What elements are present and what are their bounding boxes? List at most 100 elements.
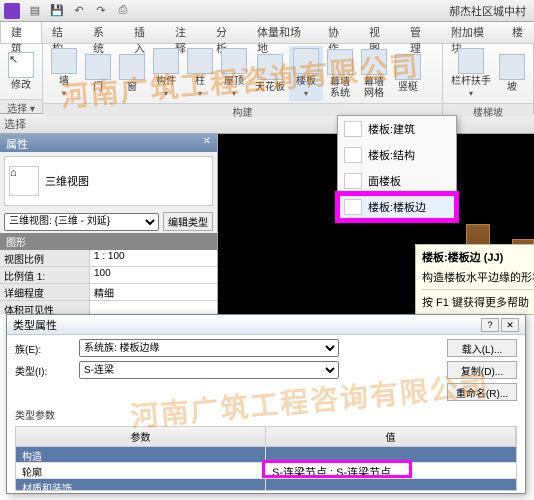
menu-floor-struct[interactable]: 楼板:结构	[338, 142, 456, 168]
dialog-title: 类型属性	[13, 317, 57, 333]
tooltip-help: 按 F1 键获得更多帮助	[422, 294, 534, 310]
tab-addins[interactable]: 附加模块	[441, 22, 502, 43]
properties-table: 视图比例1 : 100 比例值 1:100 详细程度精细 体积可见性	[0, 250, 217, 314]
floor-button[interactable]: 楼板	[289, 46, 323, 101]
curtain-grid-icon	[361, 49, 387, 75]
load-button[interactable]: 载入(L)...	[447, 339, 517, 357]
prop-row-detail[interactable]: 详细程度精细	[0, 284, 217, 301]
slab-edge-icon	[344, 199, 362, 215]
view-instance-select[interactable]: 三维视图: {三维 - 刘延}	[4, 213, 159, 231]
app-logo-icon	[4, 3, 20, 19]
qat-redo-icon[interactable]: ↷	[91, 2, 111, 20]
type-label: 类型(I):	[15, 363, 75, 378]
qat-print-icon[interactable]: ⎙	[113, 2, 133, 20]
rename-button[interactable]: 重命名(R)...	[447, 383, 517, 401]
table-header: 参数 值	[16, 427, 516, 447]
tab-more[interactable]: 楼	[502, 22, 534, 43]
modify-button[interactable]: ↖修改	[4, 50, 38, 93]
wall-button[interactable]: 墙	[47, 46, 81, 101]
type-params-label: 类型参数	[7, 405, 525, 424]
curtain-system-button[interactable]: 幕墙 系统	[323, 47, 357, 101]
qat-save-icon[interactable]: 💾	[47, 2, 67, 20]
tooltip: 楼板:楼板边 (JJ) 构造楼板水平边缘的形状。 按 F1 键获得更多帮助	[415, 244, 534, 315]
tab-annotate[interactable]: 注释	[165, 22, 206, 43]
col-value: 值	[266, 427, 516, 446]
tab-structure[interactable]: 结构	[42, 22, 83, 43]
prop-row-scale[interactable]: 视图比例1 : 100	[0, 250, 217, 267]
qat-open-icon[interactable]: ▤	[25, 2, 45, 20]
view-type-label: 三维视图	[45, 173, 89, 189]
tab-manage[interactable]: 管理	[400, 22, 441, 43]
divider	[422, 289, 534, 290]
tab-collab[interactable]: 协作	[318, 22, 359, 43]
copy-button[interactable]: 复制(D)...	[447, 361, 517, 379]
ribbon-body: ↖修改 选择 ▾ 墙 门 窗 构件 柱 屋顶 天花板 楼板 幕墙 系统 幕墙 网…	[0, 44, 534, 114]
family-label: 族(E):	[15, 341, 75, 356]
tab-insert[interactable]: 插入	[124, 22, 165, 43]
project-title: 郝杰社区城中村	[449, 3, 530, 19]
chevron-down-icon	[198, 87, 202, 99]
railing-button[interactable]: 栏杆扶手	[447, 46, 495, 101]
floor-icon	[293, 48, 319, 74]
floor-face-icon	[344, 173, 362, 189]
floor-dropdown-menu: 楼板:建筑 楼板:结构 面楼板 楼板:楼板边	[337, 115, 457, 221]
floor-arch-icon	[344, 121, 362, 137]
menu-floor-face[interactable]: 面楼板	[338, 168, 456, 194]
chevron-down-icon	[304, 87, 308, 99]
tab-systems[interactable]: 系统	[83, 22, 124, 43]
prop-row-visibility[interactable]: 体积可见性	[0, 301, 217, 314]
curtain-grid-button[interactable]: 幕墙 网格	[357, 47, 391, 101]
window-icon	[119, 54, 145, 80]
properties-header: 属性 ✕	[0, 134, 217, 152]
chevron-down-icon	[469, 87, 473, 99]
menu-floor-arch[interactable]: 楼板:建筑	[338, 116, 456, 142]
row-profile[interactable]: 轮廓S-连梁节点 : S-连梁节点	[16, 463, 516, 479]
ceiling-icon	[257, 54, 283, 80]
category-material: 材质和装饰	[16, 479, 516, 491]
tab-massing[interactable]: 体量和场地	[247, 22, 318, 43]
component-button[interactable]: 构件	[149, 46, 183, 101]
chevron-down-icon	[164, 87, 168, 99]
cursor-icon: ↖	[8, 52, 34, 78]
roof-icon	[221, 48, 247, 74]
prop-row-ratio[interactable]: 比例值 1:100	[0, 267, 217, 284]
ceiling-button[interactable]: 天花板	[251, 52, 289, 95]
ribbon-group-select: ↖修改 选择 ▾	[0, 44, 43, 113]
mullion-button[interactable]: 竖梃	[391, 52, 425, 95]
ribbon-group-circulation: 栏杆扶手 坡 楼梯坡	[443, 44, 534, 113]
curtain-system-icon	[327, 49, 353, 75]
edit-type-button[interactable]: 编辑类型	[163, 212, 213, 231]
dialog-close-icon[interactable]: ✕	[501, 318, 519, 332]
window-button[interactable]: 窗	[115, 52, 149, 95]
menu-floor-slab-edge[interactable]: 楼板:楼板边	[338, 194, 456, 220]
ribbon-tabs: 建筑 结构 系统 插入 注释 分析 体量和场地 协作 视图 管理 附加模块 楼	[0, 22, 534, 44]
type-properties-dialog: 类型属性 ? ✕ 族(E): 系统族: 楼板边缘 载入(L)... 类型(I):…	[6, 314, 526, 494]
type-select[interactable]: S-连梁	[79, 361, 339, 379]
close-icon[interactable]: ✕	[203, 136, 211, 150]
door-icon	[85, 54, 111, 80]
prop-category-graphics: 图形	[0, 233, 217, 250]
group-label-select: 选择 ▾	[0, 99, 42, 113]
door-button[interactable]: 门	[81, 52, 115, 95]
column-button[interactable]: 柱	[183, 46, 217, 101]
tab-analyze[interactable]: 分析	[206, 22, 247, 43]
ribbon-group-build: 墙 门 窗 构件 柱 屋顶 天花板 楼板 幕墙 系统 幕墙 网格 竖梃 构建	[43, 44, 443, 113]
mullion-icon	[395, 54, 421, 80]
dialog-help-icon[interactable]: ?	[481, 318, 499, 332]
tab-architecture[interactable]: 建筑	[0, 22, 42, 43]
floor-struct-icon	[344, 147, 362, 163]
type-selector[interactable]: ⌂ 三维视图	[4, 156, 213, 206]
slope-icon	[499, 54, 525, 80]
type-params-table: 参数 值 构造 轮廓S-连梁节点 : S-连梁节点 材质和装饰 材质GZ-混凝土…	[15, 426, 517, 491]
qat-undo-icon[interactable]: ↶	[69, 2, 89, 20]
title-bar: ▤ 💾 ↶ ↷ ⎙ 郝杰社区城中村	[0, 0, 534, 22]
chevron-down-icon	[62, 87, 66, 99]
slope-button[interactable]: 坡	[495, 52, 529, 95]
family-select[interactable]: 系统族: 楼板边缘	[79, 339, 339, 357]
chevron-down-icon	[232, 87, 236, 99]
dialog-titlebar: 类型属性 ? ✕	[7, 315, 525, 335]
tab-view[interactable]: 视图	[359, 22, 400, 43]
tooltip-title: 楼板:楼板边 (JJ)	[422, 249, 534, 265]
properties-panel: 属性 ✕ ⌂ 三维视图 三维视图: {三维 - 刘延} 编辑类型 图形 视图比例…	[0, 134, 218, 314]
roof-button[interactable]: 屋顶	[217, 46, 251, 101]
